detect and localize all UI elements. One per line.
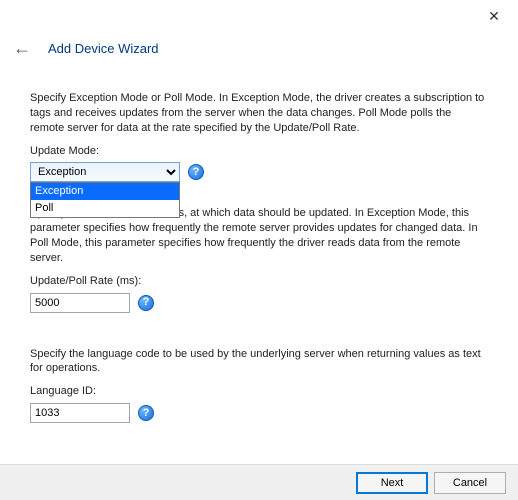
footer-bar: Next Cancel [0,464,518,500]
page-title: Add Device Wizard [48,41,159,56]
language-description: Specify the language code to be used by … [30,347,488,377]
update-mode-option-poll[interactable]: Poll [31,200,179,217]
update-mode-select[interactable]: Exception [30,162,180,182]
update-mode-dropdown: Exception Poll [30,182,180,218]
help-icon[interactable]: ? [188,164,204,180]
back-icon[interactable]: ← [10,38,34,59]
help-icon[interactable]: ? [138,405,154,421]
language-label: Language ID: [30,384,488,399]
language-id-input[interactable] [30,403,130,423]
poll-rate-input[interactable] [30,293,130,313]
update-mode-option-exception[interactable]: Exception [31,183,179,200]
poll-rate-label: Update/Poll Rate (ms): [30,274,488,289]
next-button[interactable]: Next [356,472,428,494]
close-icon[interactable]: ✕ [482,8,506,25]
update-mode-label: Update Mode: [30,144,488,159]
update-mode-description: Specify Exception Mode or Poll Mode. In … [30,91,488,136]
cancel-button[interactable]: Cancel [434,472,506,494]
help-icon[interactable]: ? [138,295,154,311]
